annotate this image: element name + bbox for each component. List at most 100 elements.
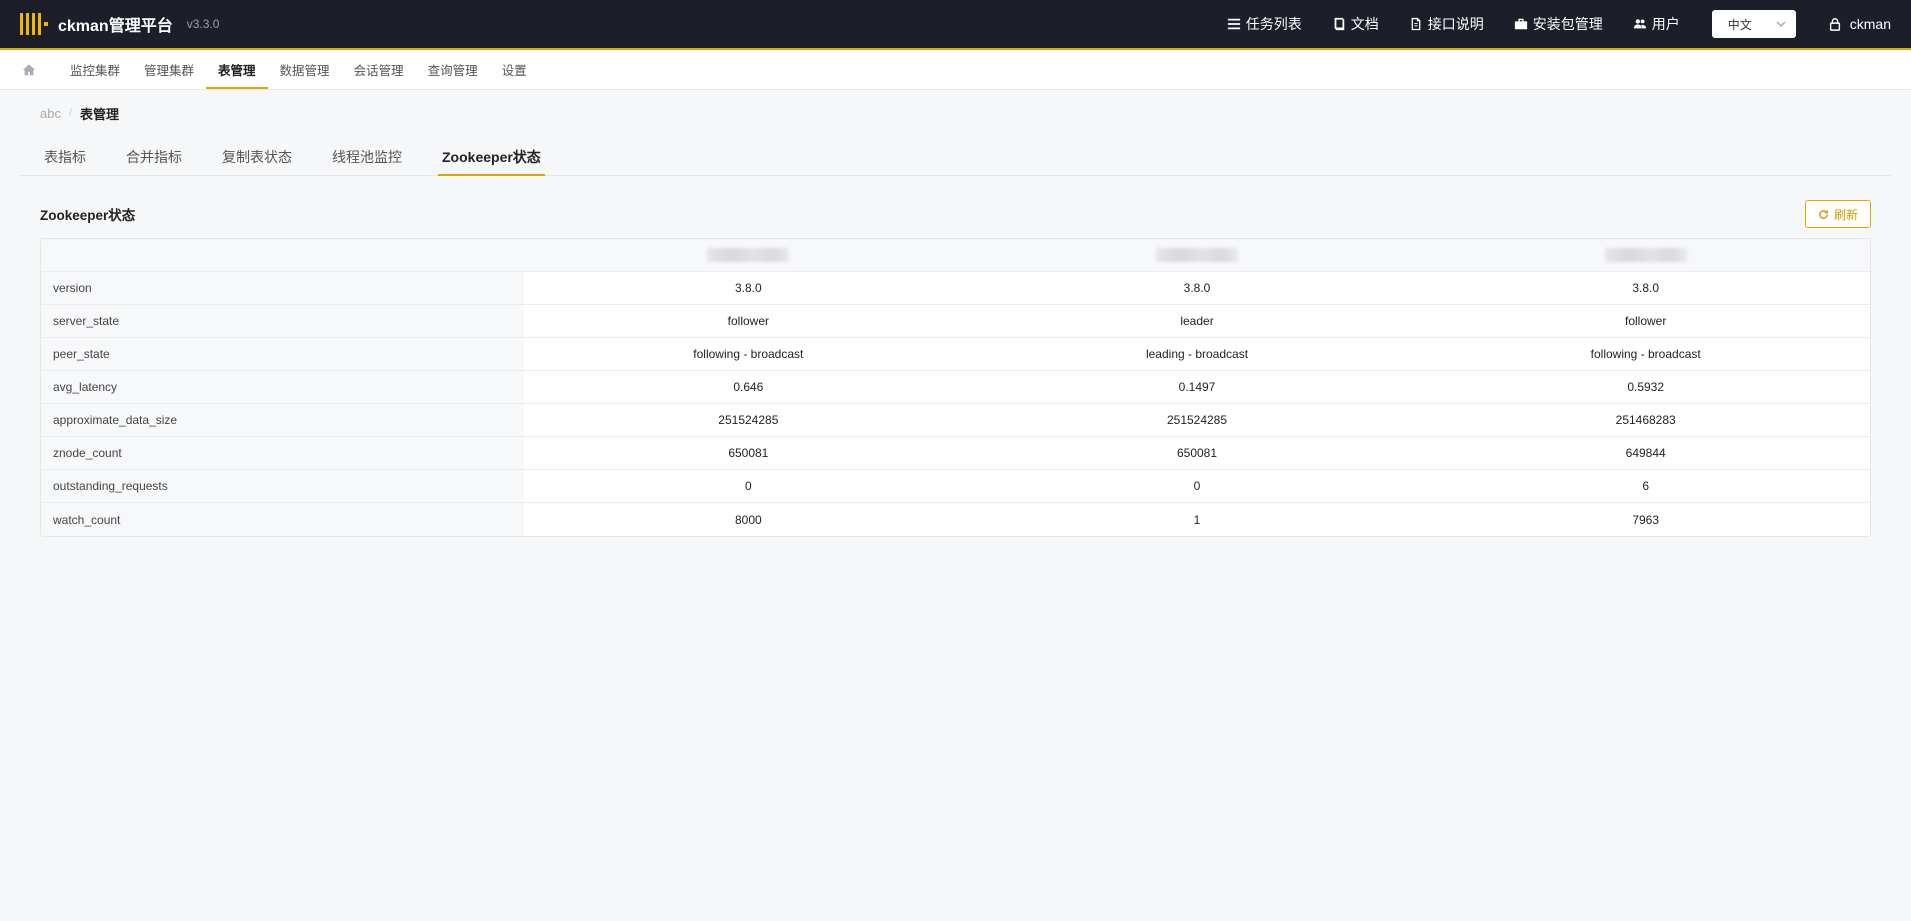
table-header-row — [41, 239, 1870, 272]
chevron-down-icon — [1776, 21, 1786, 28]
table-row: watch_count 8000 1 7963 — [41, 503, 1870, 536]
table-row: avg_latency 0.646 0.1497 0.5932 — [41, 371, 1870, 404]
user-menu[interactable]: ckman — [1828, 16, 1891, 32]
redacted-host — [1604, 248, 1687, 263]
briefcase-icon — [1514, 18, 1527, 30]
table-cell: 251468283 — [1615, 413, 1676, 427]
refresh-icon — [1819, 209, 1828, 219]
table-cell: following - broadcast — [1590, 347, 1701, 361]
users-label: 用户 — [1651, 16, 1680, 32]
redacted-host — [1156, 248, 1238, 263]
nav-item-manage-cluster[interactable]: 管理集群 — [132, 50, 206, 89]
file-icon — [1411, 17, 1421, 31]
table-header-host — [524, 248, 973, 263]
table-cell: 0.1497 — [1178, 380, 1216, 394]
refresh-label: 刷新 — [1833, 207, 1858, 222]
table-cell: 650081 — [1176, 446, 1218, 460]
app-version: v3.3.0 — [186, 17, 220, 31]
table-row: version 3.8.0 3.8.0 3.8.0 — [41, 272, 1870, 305]
book-icon — [1334, 17, 1345, 31]
main-nav: 监控集群 管理集群 表管理 数据管理 会话管理 查询管理 设置 — [0, 50, 1911, 90]
table-cell: 251524285 — [1166, 413, 1228, 427]
row-label: watch_count — [41, 503, 524, 536]
row-label: peer_state — [41, 338, 524, 370]
ckman-logo-icon — [20, 13, 48, 35]
table-cell: 3.8.0 — [734, 281, 762, 295]
api-docs-link[interactable]: 接口说明 — [1409, 14, 1484, 34]
package-management-link[interactable]: 安装包管理 — [1514, 14, 1603, 34]
redacted-host — [707, 248, 790, 263]
breadcrumb-separator-icon: / — [68, 107, 73, 119]
table-cell: 0 — [744, 479, 752, 493]
table-row: approximate_data_size 251524285 25152428… — [41, 404, 1870, 437]
table-cell: leader — [1180, 314, 1214, 328]
row-label: outstanding_requests — [41, 470, 524, 502]
table-cell: 0 — [1193, 479, 1201, 493]
table-header-host — [973, 248, 1422, 263]
breadcrumb: abc / 表管理 — [0, 90, 1911, 124]
row-label: server_state — [41, 305, 524, 337]
table-cell: 0.646 — [733, 380, 764, 394]
docs-link[interactable]: 文档 — [1332, 14, 1379, 34]
nav-item-data-management[interactable]: 数据管理 — [268, 50, 342, 89]
table-cell: 1 — [1193, 512, 1201, 527]
row-label: approximate_data_size — [41, 404, 524, 436]
home-icon — [22, 63, 36, 75]
zookeeper-status-table: version 3.8.0 3.8.0 3.8.0 server_state f… — [40, 238, 1871, 537]
table-header-label — [41, 239, 524, 271]
tab-thread-pool[interactable]: 线程池监控 — [328, 138, 406, 175]
package-management-label: 安装包管理 — [1532, 16, 1603, 32]
brand-name: ckman管理平台 — [58, 18, 173, 35]
breadcrumb-root[interactable]: abc — [40, 106, 61, 121]
home-button[interactable] — [22, 50, 36, 89]
nav-item-query-management[interactable]: 查询管理 — [416, 50, 490, 89]
nav-item-session-management[interactable]: 会话管理 — [342, 50, 416, 89]
row-label: version — [41, 272, 524, 304]
table-cell: 3.8.0 — [1632, 281, 1660, 295]
tab-bar: 表指标 合并指标 复制表状态 线程池监控 Zookeeper状态 — [20, 138, 1891, 176]
logo[interactable]: ckman管理平台 v3.3.0 — [20, 12, 219, 36]
nav-item-monitor-cluster[interactable]: 监控集群 — [58, 50, 132, 89]
tab-zookeeper-status[interactable]: Zookeeper状态 — [438, 138, 545, 176]
tab-merge-metrics[interactable]: 合并指标 — [122, 138, 186, 175]
row-label: znode_count — [41, 437, 524, 469]
table-cell: 6 — [1642, 479, 1650, 493]
table-cell: 0.5932 — [1627, 380, 1665, 394]
table-row: peer_state following - broadcast leading… — [41, 338, 1870, 371]
table-row: outstanding_requests 0 0 6 — [41, 470, 1870, 503]
users-icon — [1633, 19, 1646, 29]
table-cell: 649844 — [1625, 446, 1666, 460]
task-list-label: 任务列表 — [1245, 16, 1302, 32]
refresh-button[interactable]: 刷新 — [1804, 200, 1871, 228]
language-value: 中文 — [1727, 17, 1752, 32]
nav-item-table-management[interactable]: 表管理 — [206, 50, 268, 89]
username: ckman — [1849, 16, 1891, 32]
task-list-link[interactable]: 任务列表 — [1227, 14, 1302, 34]
table-row: znode_count 650081 650081 649844 — [41, 437, 1870, 470]
table-header-host — [1421, 248, 1870, 263]
users-link[interactable]: 用户 — [1633, 14, 1680, 34]
lock-icon — [1829, 18, 1840, 31]
table-cell: 251524285 — [718, 413, 779, 427]
table-cell: follower — [1625, 314, 1667, 328]
section-title: Zookeeper状态 — [40, 208, 136, 223]
table-cell: follower — [727, 314, 770, 328]
table-cell: leading - broadcast — [1145, 347, 1249, 361]
top-actions: 任务列表 文档 接口说明 安装包管理 用户 中文 ckman — [1197, 10, 1891, 38]
tab-replica-status[interactable]: 复制表状态 — [218, 138, 296, 175]
table-cell: 7963 — [1632, 512, 1660, 527]
docs-label: 文档 — [1350, 16, 1379, 32]
breadcrumb-current: 表管理 — [80, 106, 120, 122]
table-row: server_state follower leader follower — [41, 305, 1870, 338]
language-select[interactable]: 中文 — [1711, 10, 1796, 38]
row-label: avg_latency — [41, 371, 524, 403]
table-cell: following - broadcast — [693, 347, 804, 361]
table-cell: 650081 — [728, 446, 769, 460]
list-icon — [1227, 18, 1240, 30]
table-cell: 3.8.0 — [1183, 281, 1211, 295]
nav-item-settings[interactable]: 设置 — [490, 50, 539, 89]
zookeeper-section: Zookeeper状态 刷新 version 3.8.0 3.8.0 3.8.0… — [40, 200, 1871, 537]
tab-table-metrics[interactable]: 表指标 — [40, 138, 90, 175]
section-header: Zookeeper状态 刷新 — [40, 200, 1871, 228]
api-docs-label: 接口说明 — [1427, 16, 1484, 32]
